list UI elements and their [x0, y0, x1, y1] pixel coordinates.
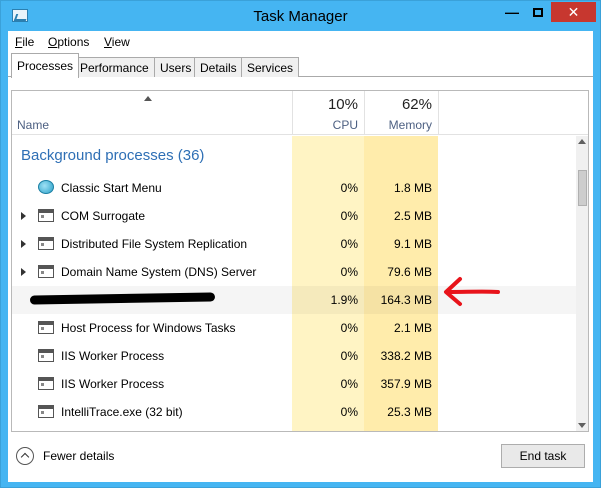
client-area: File Options View Processes Performance … [8, 31, 593, 482]
process-memory: 2.1 MB [393, 321, 432, 335]
scroll-up-icon[interactable] [578, 139, 586, 144]
process-cpu: 0% [340, 209, 358, 223]
process-icon [38, 237, 54, 250]
footer-bar: Fewer details End task [8, 433, 593, 482]
tab-performance[interactable]: Performance [74, 57, 155, 77]
memory-column-label: Memory [388, 118, 432, 132]
process-row[interactable]: Classic Start Menu 0% 1.8 MB [12, 174, 576, 202]
process-cpu: 0% [340, 405, 358, 419]
vertical-scrollbar[interactable] [576, 136, 588, 431]
process-row[interactable]: IIS Worker Process 0% 357.9 MB [12, 370, 576, 398]
process-name: IntelliTrace.exe (32 bit) [61, 405, 183, 419]
end-task-button[interactable]: End task [501, 444, 585, 468]
menu-options[interactable]: Options [48, 35, 89, 49]
sort-ascending-icon[interactable] [144, 96, 152, 101]
process-icon [38, 405, 54, 418]
chevron-up-circle-icon[interactable] [16, 447, 34, 465]
process-cpu: 0% [340, 237, 358, 251]
process-icon [38, 209, 54, 222]
process-cpu: 0% [340, 377, 358, 391]
process-memory: 25.3 MB [387, 405, 432, 419]
process-name: Host Process for Windows Tasks [61, 321, 236, 335]
process-row[interactable]: IntelliTrace.exe (32 bit)0%45.0 MB [12, 426, 576, 431]
cpu-total-percent: 10% [327, 96, 358, 113]
tab-processes[interactable]: Processes [11, 53, 80, 78]
fewer-details-link[interactable]: Fewer details [43, 449, 114, 463]
close-button[interactable]: ✕ [551, 2, 596, 22]
empty-header-space [438, 91, 588, 135]
memory-column-header[interactable]: 62% Memory [364, 91, 438, 135]
group-header-background-processes: Background processes (36) [21, 147, 205, 164]
globe-icon [38, 180, 54, 194]
memory-total-percent: 62% [401, 96, 432, 113]
process-row[interactable]: Host Process for Windows Tasks 0% 2.1 MB [12, 314, 576, 342]
process-memory: 164.3 MB [380, 293, 432, 307]
process-icon [38, 377, 54, 390]
tab-users[interactable]: Users [154, 57, 198, 77]
scroll-down-icon[interactable] [578, 423, 586, 428]
maximize-icon [533, 7, 543, 17]
process-name: IIS Worker Process [61, 377, 165, 391]
process-icon [38, 321, 54, 334]
expand-chevron-icon[interactable] [21, 212, 26, 220]
process-name: IIS Worker Process [61, 349, 165, 363]
process-memory: 338.2 MB [380, 349, 432, 363]
cpu-column-header[interactable]: 10% CPU [292, 91, 364, 135]
process-cpu: 0% [340, 349, 358, 363]
process-cpu: 1.9% [330, 293, 358, 307]
process-row[interactable]: IIS Worker Process 0% 338.2 MB [12, 342, 576, 370]
process-row[interactable]: IntelliTrace.exe (32 bit) 0% 25.3 MB [12, 398, 576, 426]
process-icon [38, 349, 54, 362]
process-memory: 357.9 MB [380, 377, 432, 391]
tab-strip: Processes Performance Users Details Serv… [8, 52, 593, 78]
process-cpu: 0% [340, 181, 358, 195]
tab-services[interactable]: Services [241, 57, 300, 77]
process-name: COM Surrogate [61, 209, 146, 223]
task-manager-window: Task Manager — ✕ File Options View Proce… [0, 0, 601, 488]
cpu-column-label: CPU [332, 118, 358, 132]
process-name: Classic Start Menu [61, 181, 162, 195]
process-name: Domain Name System (DNS) Server [61, 265, 257, 279]
process-cpu: 0% [340, 265, 358, 279]
process-name: Distributed File System Replication [61, 237, 248, 251]
red-arrow-annotation [444, 277, 500, 306]
end-task-label: End task [519, 449, 567, 463]
expand-chevron-icon[interactable] [21, 240, 26, 248]
process-cpu: 0% [340, 321, 358, 335]
expand-chevron-icon[interactable] [21, 268, 26, 276]
process-memory: 2.5 MB [393, 209, 432, 223]
process-memory: 1.8 MB [393, 181, 432, 195]
process-row[interactable]: COM Surrogate 0% 2.5 MB [12, 202, 576, 230]
menu-file[interactable]: File [15, 35, 34, 49]
menu-view[interactable]: View [104, 35, 130, 49]
process-row[interactable]: Distributed File System Replication 0% 9.1… [12, 230, 576, 258]
process-memory: 79.6 MB [387, 265, 432, 279]
redacted-process-name [29, 292, 216, 305]
process-memory: 9.1 MB [393, 237, 432, 251]
name-column-header[interactable]: Name [17, 118, 49, 132]
process-icon [38, 265, 54, 278]
menu-bar: File Options View [8, 31, 593, 52]
scrollbar-thumb[interactable] [578, 170, 587, 206]
maximize-button[interactable] [525, 2, 551, 22]
title-bar[interactable]: Task Manager — ✕ [1, 1, 600, 31]
column-header: Name 10% CPU 62% Memory [12, 91, 588, 135]
minimize-button[interactable]: — [499, 2, 525, 22]
tab-details[interactable]: Details [194, 57, 243, 77]
process-table: Name 10% CPU 62% Memory Background proce… [11, 90, 589, 432]
